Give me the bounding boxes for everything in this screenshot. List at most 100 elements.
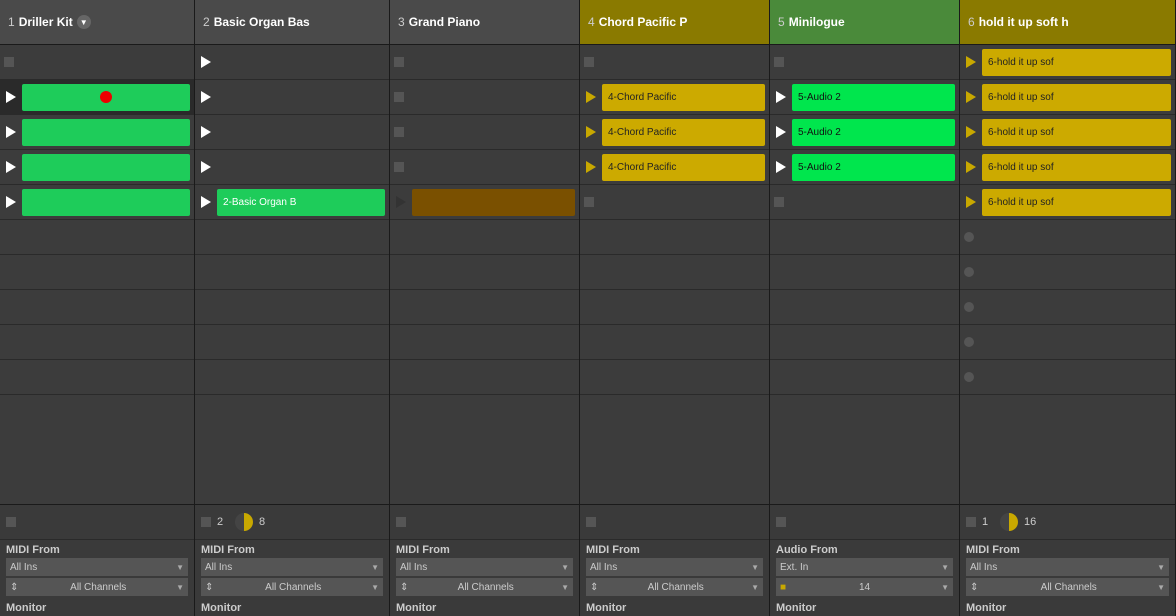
clip-row-3[interactable]: 5-Audio 2 xyxy=(770,150,959,185)
clip-row-5[interactable] xyxy=(960,220,1175,255)
clip-row-3[interactable] xyxy=(0,150,194,185)
clip-row-1[interactable] xyxy=(0,80,194,115)
clip-row-2[interactable] xyxy=(195,115,389,150)
clip-row-2[interactable]: 4-Chord Pacific xyxy=(580,115,769,150)
clip-block[interactable]: 2-Basic Organ B xyxy=(217,189,385,216)
clip-row-9[interactable] xyxy=(390,360,579,395)
clip-row-3[interactable]: 4-Chord Pacific xyxy=(580,150,769,185)
clip-row-6[interactable] xyxy=(580,255,769,290)
clip-row-8[interactable] xyxy=(0,325,194,360)
clip-row-8[interactable] xyxy=(960,325,1175,360)
channels-dropdown[interactable]: ⇕All Channels▼ xyxy=(586,578,763,596)
stop-button[interactable] xyxy=(394,162,404,172)
stop-button[interactable] xyxy=(774,197,784,207)
stop-btn-small[interactable] xyxy=(396,517,406,527)
clip-row-2[interactable]: 5-Audio 2 xyxy=(770,115,959,150)
track-header-1[interactable]: 1Driller Kit▼ xyxy=(0,0,194,45)
stop-button[interactable] xyxy=(774,57,784,67)
stop-button[interactable] xyxy=(394,57,404,67)
stop-btn-small[interactable] xyxy=(6,517,16,527)
clip-row-6[interactable] xyxy=(390,255,579,290)
clip-row-2[interactable]: 6-hold it up sof xyxy=(960,115,1175,150)
clip-row-0[interactable] xyxy=(580,45,769,80)
play-button[interactable] xyxy=(964,195,978,209)
play-button[interactable] xyxy=(964,125,978,139)
clip-block[interactable] xyxy=(22,154,190,181)
play-button[interactable] xyxy=(774,125,788,139)
clip-block[interactable]: 6-hold it up sof xyxy=(982,189,1171,216)
play-button[interactable] xyxy=(584,160,598,174)
clip-block[interactable]: 4-Chord Pacific xyxy=(602,84,765,111)
clip-row-5[interactable] xyxy=(390,220,579,255)
stop-button[interactable] xyxy=(394,127,404,137)
play-button[interactable] xyxy=(199,125,213,139)
play-button[interactable] xyxy=(394,195,408,209)
clip-row-0[interactable] xyxy=(390,45,579,80)
clip-row-1[interactable] xyxy=(195,80,389,115)
play-button[interactable] xyxy=(4,90,18,104)
clip-row-4[interactable] xyxy=(0,185,194,220)
clip-block[interactable]: 6-hold it up sof xyxy=(982,119,1171,146)
clip-row-8[interactable] xyxy=(770,325,959,360)
clip-block[interactable] xyxy=(22,189,190,216)
channels-dropdown[interactable]: ⇕All Channels▼ xyxy=(201,578,383,596)
clip-row-1[interactable]: 6-hold it up sof xyxy=(960,80,1175,115)
stop-btn-small[interactable] xyxy=(586,517,596,527)
clip-row-1[interactable]: 5-Audio 2 xyxy=(770,80,959,115)
clip-row-4[interactable]: 6-hold it up sof xyxy=(960,185,1175,220)
play-button[interactable] xyxy=(4,125,18,139)
stop-btn-small[interactable] xyxy=(201,517,211,527)
track-header-6[interactable]: 6hold it up soft h xyxy=(960,0,1175,45)
from-dropdown[interactable]: All Ins▼ xyxy=(201,558,383,576)
clip-row-1[interactable]: 4-Chord Pacific xyxy=(580,80,769,115)
clip-row-4[interactable] xyxy=(580,185,769,220)
clip-block[interactable] xyxy=(22,119,190,146)
clip-block[interactable]: 6-hold it up sof xyxy=(982,84,1171,111)
clip-row-7[interactable] xyxy=(195,290,389,325)
track-header-5[interactable]: 5Minilogue xyxy=(770,0,959,45)
clip-block[interactable]: 5-Audio 2 xyxy=(792,154,955,181)
clip-row-7[interactable] xyxy=(770,290,959,325)
clip-row-6[interactable] xyxy=(195,255,389,290)
clip-row-1[interactable] xyxy=(390,80,579,115)
clip-row-4[interactable] xyxy=(390,185,579,220)
clip-row-5[interactable] xyxy=(0,220,194,255)
channels-dropdown[interactable]: ⇕All Channels▼ xyxy=(396,578,573,596)
clip-row-8[interactable] xyxy=(580,325,769,360)
clip-row-2[interactable] xyxy=(0,115,194,150)
channels-dropdown[interactable]: ■14▼ xyxy=(776,578,953,596)
from-dropdown[interactable]: Ext. In▼ xyxy=(776,558,953,576)
play-button[interactable] xyxy=(964,90,978,104)
clip-row-3[interactable] xyxy=(195,150,389,185)
play-button[interactable] xyxy=(199,55,213,69)
clip-row-6[interactable] xyxy=(0,255,194,290)
play-button[interactable] xyxy=(199,90,213,104)
track-header-dropdown-btn[interactable]: ▼ xyxy=(77,15,91,29)
clip-row-6[interactable] xyxy=(960,255,1175,290)
clip-block[interactable]: 6-hold it up sof xyxy=(982,154,1171,181)
clip-block[interactable]: 5-Audio 2 xyxy=(792,119,955,146)
volume-knob[interactable] xyxy=(1000,513,1018,531)
play-button[interactable] xyxy=(774,160,788,174)
clip-row-3[interactable]: 6-hold it up sof xyxy=(960,150,1175,185)
from-dropdown[interactable]: All Ins▼ xyxy=(966,558,1169,576)
clip-row-8[interactable] xyxy=(390,325,579,360)
volume-knob[interactable] xyxy=(235,513,253,531)
play-button[interactable] xyxy=(4,195,18,209)
clip-row-0[interactable]: 6-hold it up sof xyxy=(960,45,1175,80)
clip-row-9[interactable] xyxy=(580,360,769,395)
clip-block[interactable]: 4-Chord Pacific xyxy=(602,154,765,181)
clip-block[interactable]: 5-Audio 2 xyxy=(792,84,955,111)
stop-button[interactable] xyxy=(4,57,14,67)
channels-dropdown[interactable]: ⇕All Channels▼ xyxy=(966,578,1169,596)
stop-button[interactable] xyxy=(394,92,404,102)
clip-row-8[interactable] xyxy=(195,325,389,360)
clip-row-7[interactable] xyxy=(0,290,194,325)
clip-row-3[interactable] xyxy=(390,150,579,185)
play-button[interactable] xyxy=(964,55,978,69)
play-button[interactable] xyxy=(584,90,598,104)
stop-btn-small[interactable] xyxy=(966,517,976,527)
channels-dropdown[interactable]: ⇕All Channels▼ xyxy=(6,578,188,596)
play-button[interactable] xyxy=(774,90,788,104)
track-header-3[interactable]: 3Grand Piano xyxy=(390,0,579,45)
